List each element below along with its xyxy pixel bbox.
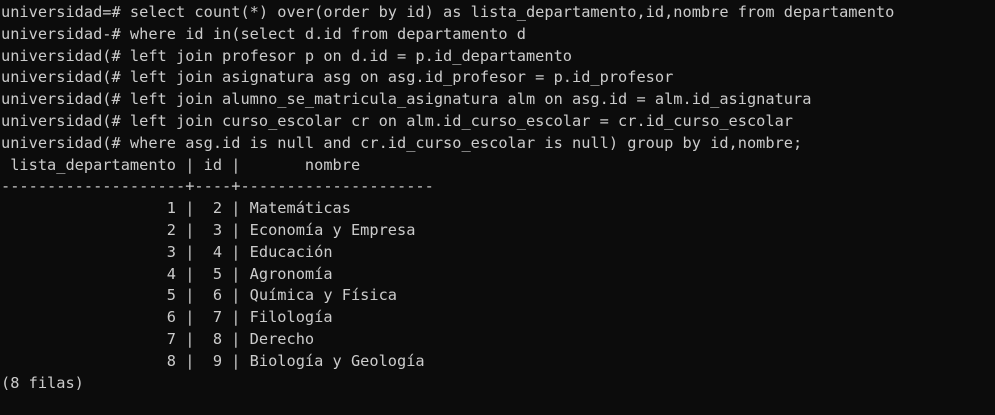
result-row: 8 | 9 | Biología y Geología [1,351,425,370]
query-line: universidad(# where asg.id is null and c… [1,133,803,152]
query-line: universidad(# left join curso_escolar cr… [1,111,794,130]
result-row: 2 | 3 | Economía y Empresa [1,220,416,239]
result-row: 4 | 5 | Agronomía [1,264,333,283]
query-line: universidad(# left join profesor p on d.… [1,46,572,65]
result-row: 6 | 7 | Filología [1,308,333,327]
query-line: universidad-# where id in(select d.id fr… [1,24,526,43]
query-line: universidad(# left join alumno_se_matric… [1,90,812,109]
row-count: (8 filas) [1,373,84,392]
query-line: universidad(# left join asignatura asg o… [1,68,674,87]
result-separator: --------------------+----+--------------… [1,177,434,196]
result-row: 5 | 6 | Química y Física [1,286,398,305]
result-row: 7 | 8 | Derecho [1,329,315,348]
result-row: 1 | 2 | Matemáticas [1,199,351,218]
query-line: universidad=# select count(*) over(order… [1,3,895,21]
result-header: lista_departamento | id | nombre [1,155,361,174]
terminal-window[interactable]: universidad=# select count(*) over(order… [0,0,995,415]
result-row: 3 | 4 | Educación [1,242,333,261]
